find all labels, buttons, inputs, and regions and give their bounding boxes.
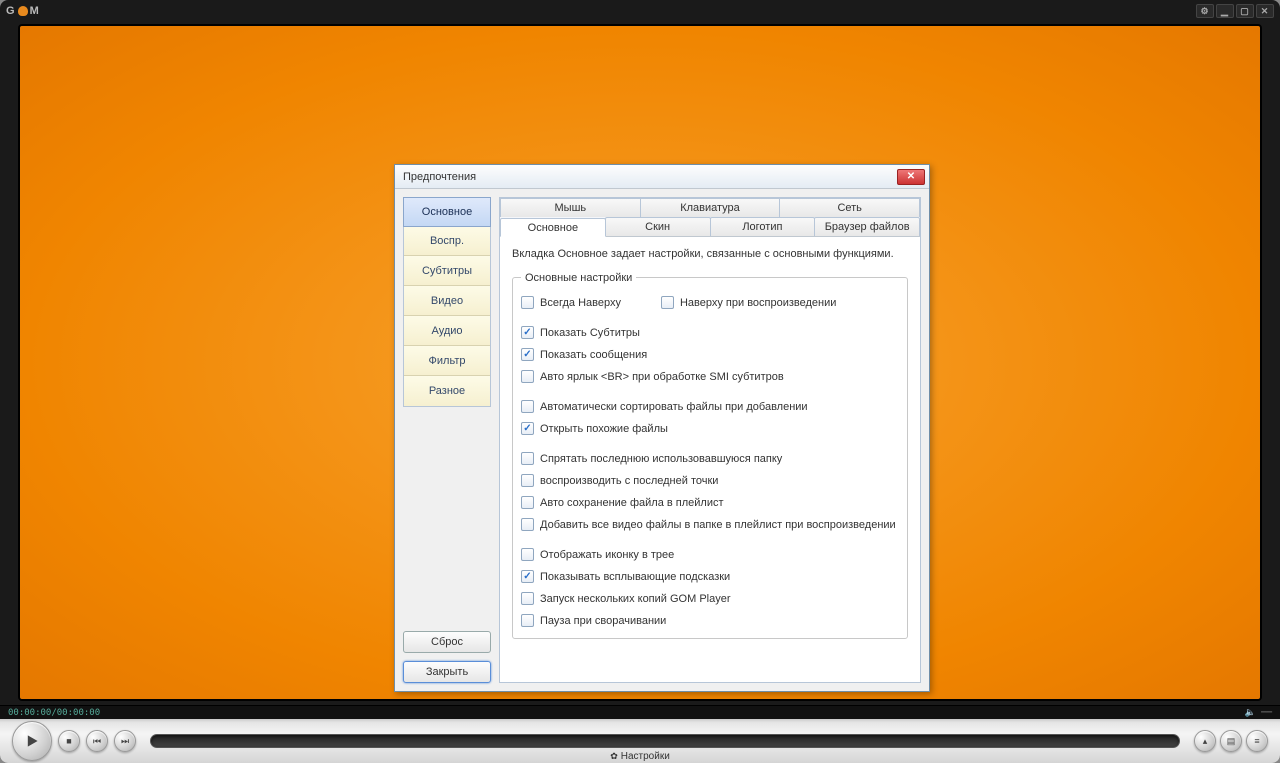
checkbox-row-17: Пауза при сворачивании (521, 610, 899, 632)
checkbox-row-14: Отображать иконку в трее (521, 544, 899, 566)
window-minimize-button[interactable]: ▁ (1216, 4, 1234, 18)
logo-text-m: M (30, 5, 40, 17)
checkbox-row-6: Автоматически сортировать файлы при доба… (521, 396, 899, 418)
checkbox-label: Спрятать последнюю использовавшуюся папк… (540, 453, 782, 465)
tab-Браузер файлов[interactable]: Браузер файлов (814, 217, 920, 236)
checkbox-label: Запуск нескольких копий GOM Player (540, 593, 731, 605)
stop-button[interactable]: ■ (58, 730, 80, 752)
checkbox[interactable] (521, 348, 534, 361)
close-button[interactable]: Закрыть (403, 661, 491, 683)
window-close-button[interactable]: ✕ (1256, 4, 1274, 18)
checkbox-row-12: Добавить все видео файлы в папке в плейл… (521, 514, 899, 536)
window-settings-button[interactable]: ⚙ (1196, 4, 1214, 18)
checkbox[interactable] (521, 548, 534, 561)
preferences-dialog: Предпочтения ✕ ОсновноеВоспр.СубтитрыВид… (394, 164, 930, 692)
timecode: 00:00:00/00:00:00 (8, 708, 100, 718)
checkbox-label: Пауза при сворачивании (540, 615, 666, 627)
checkbox-row-10: воспроизводить с последней точки (521, 470, 899, 492)
next-button[interactable]: ⏭ (114, 730, 136, 752)
checkbox-label: Наверху при воспроизведении (680, 297, 836, 309)
tab-Сеть[interactable]: Сеть (779, 198, 920, 217)
extra-button-1[interactable]: ▴ (1194, 730, 1216, 752)
checkbox[interactable] (521, 452, 534, 465)
tab-Клавиатура[interactable]: Клавиатура (640, 198, 781, 217)
dialog-title-bar[interactable]: Предпочтения ✕ (395, 165, 929, 189)
player-window: G M ⚙ ▁ ▢ ✕ Предпочтения ✕ ОсновноеВоспр… (0, 0, 1280, 763)
checkbox[interactable] (521, 518, 534, 531)
sidebar-tab-4[interactable]: Аудио (404, 316, 490, 346)
app-logo: G M (6, 5, 40, 17)
play-icon (25, 734, 39, 748)
checkbox-row-4: Авто ярлык <BR> при обработке SMI субтит… (521, 366, 899, 388)
checkbox[interactable] (521, 370, 534, 383)
checkbox-row-0: Всегда Наверху Наверху при воспроизведени… (521, 292, 899, 314)
tab-Логотип[interactable]: Логотип (710, 217, 816, 236)
prev-button[interactable]: ⏮ (86, 730, 108, 752)
sidebar-tab-5[interactable]: Фильтр (404, 346, 490, 376)
checkbox[interactable] (521, 326, 534, 339)
main-settings-fieldset: Основные настройки Всегда Наверху Наверху… (512, 272, 908, 639)
checkbox-label: Добавить все видео файлы в папке в плейл… (540, 519, 896, 531)
checkbox[interactable] (521, 614, 534, 627)
sidebar-tab-1[interactable]: Воспр. (404, 226, 490, 256)
checkbox[interactable] (521, 496, 534, 509)
info-strip: 00:00:00/00:00:00 🔈 ── (0, 705, 1280, 719)
status-label: ✿ Настройки (610, 751, 670, 763)
checkbox-label: Показать сообщения (540, 349, 647, 361)
checkbox[interactable] (521, 296, 534, 309)
checkbox[interactable] (521, 592, 534, 605)
video-area[interactable]: Предпочтения ✕ ОсновноеВоспр.СубтитрыВид… (18, 24, 1262, 701)
checkbox[interactable] (521, 570, 534, 583)
tab-Скин[interactable]: Скин (605, 217, 711, 236)
play-button[interactable] (12, 721, 52, 761)
dialog-title: Предпочтения (403, 171, 476, 183)
checkbox-label: Авто ярлык <BR> при обработке SMI субтит… (540, 371, 784, 383)
dialog-main-panel: МышьКлавиатураСеть ОсновноеСкинЛоготипБр… (499, 197, 921, 683)
checkbox[interactable] (521, 400, 534, 413)
gear-icon: ✿ (610, 751, 618, 762)
sidebar-tab-6[interactable]: Разное (404, 376, 490, 406)
dialog-close-button[interactable]: ✕ (897, 169, 925, 185)
checkbox-label: Всегда Наверху (540, 297, 621, 309)
volume-icon[interactable]: 🔈 ── (1245, 708, 1272, 718)
checkbox[interactable] (521, 474, 534, 487)
fieldset-legend: Основные настройки (521, 272, 636, 284)
checkbox-row-3: Показать сообщения (521, 344, 899, 366)
checkbox-label: воспроизводить с последней точки (540, 475, 718, 487)
title-bar: G M ⚙ ▁ ▢ ✕ (0, 0, 1280, 22)
window-maximize-button[interactable]: ▢ (1236, 4, 1254, 18)
checkbox-label: Открыть похожие файлы (540, 423, 668, 435)
tab-Основное[interactable]: Основное (500, 218, 606, 237)
reset-button[interactable]: Сброс (403, 631, 491, 653)
seek-bar[interactable] (150, 734, 1180, 748)
checkbox-row-16: Запуск нескольких копий GOM Player (521, 588, 899, 610)
checkbox-label: Показать Субтитры (540, 327, 640, 339)
sidebar-tab-0[interactable]: Основное (403, 197, 491, 227)
checkbox-row-2: Показать Субтитры (521, 322, 899, 344)
dialog-sidebar: ОсновноеВоспр.СубтитрыВидеоАудиоФильтрРа… (403, 197, 491, 683)
player-bottom-bar: 00:00:00/00:00:00 🔈 ── ■ ⏮ ⏭ ▴ ▤ ≡ ✿ Нас… (0, 705, 1280, 763)
extra-button-2[interactable]: ▤ (1220, 730, 1242, 752)
sidebar-tab-2[interactable]: Субтитры (404, 256, 490, 286)
checkbox-label: Автоматически сортировать файлы при доба… (540, 401, 808, 413)
checkbox[interactable] (521, 422, 534, 435)
checkbox-label: Авто сохранение файла в плейлист (540, 497, 724, 509)
checkbox-row-15: Показывать всплывающие подсказки (521, 566, 899, 588)
sidebar-tab-3[interactable]: Видео (404, 286, 490, 316)
checkbox-label: Показывать всплывающие подсказки (540, 571, 730, 583)
checkbox-row-7: Открыть похожие файлы (521, 418, 899, 440)
checkbox-label: Отображать иконку в трее (540, 549, 674, 561)
checkbox[interactable] (661, 296, 674, 309)
logo-text-g: G (6, 5, 16, 17)
extra-button-3[interactable]: ≡ (1246, 730, 1268, 752)
tab-description: Вкладка Основное задает настройки, связа… (512, 247, 908, 262)
checkbox-row-9: Спрятать последнюю использовавшуюся папк… (521, 448, 899, 470)
tab-Мышь[interactable]: Мышь (500, 198, 641, 217)
paw-icon (18, 6, 28, 16)
checkbox-row-11: Авто сохранение файла в плейлист (521, 492, 899, 514)
